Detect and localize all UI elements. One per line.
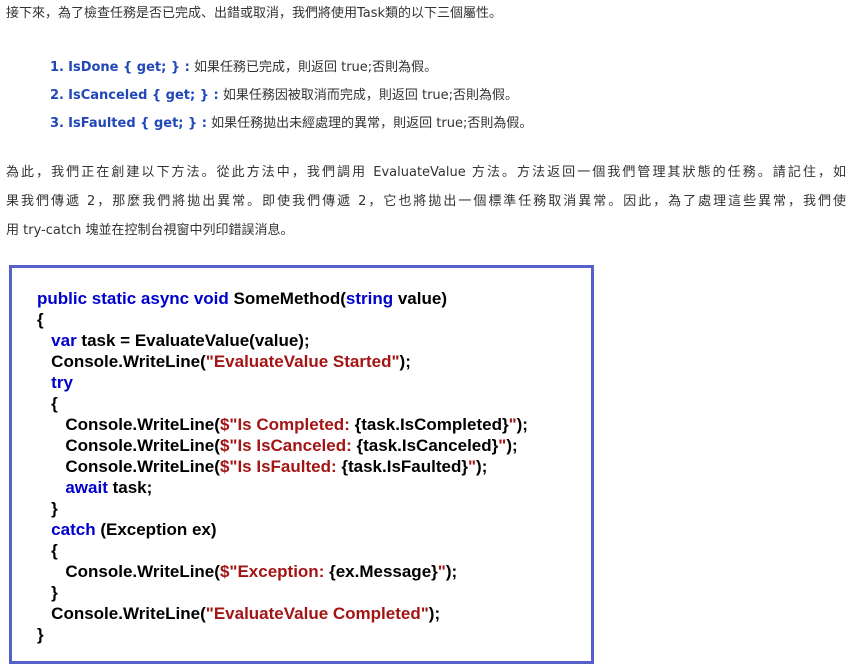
property-description: 如果任務已完成，則返回 true;否則為假。 [189,60,438,75]
property-description: 如果任務拋出未經處理的異常，則返回 true;否則為假。 [207,116,533,131]
code-keyword: var [51,331,77,350]
code-text: Console.WriteLine( [37,562,220,581]
code-line: Console.WriteLine($"Is IsCanceled: {task… [37,435,528,456]
code-line: Console.WriteLine($"Exception: {ex.Messa… [37,561,528,582]
body-paragraph: 為此，我們正在創建以下方法。從此方法中，我們調用 EvaluateValue 方… [6,158,846,245]
paragraph-line: 為此，我們正在創建以下方法。從此方法中，我們調用 EvaluateValue 方… [6,165,846,180]
property-name: IsFaulted { get; } : [68,116,207,131]
code-text: {task.IsCompleted} [354,415,509,434]
code-text: {task.IsFaulted} [341,457,468,476]
code-text: ); [399,352,411,371]
code-text: Console.WriteLine( [37,352,206,371]
code-line: catch (Exception ex) [37,519,528,540]
code-text: ); [428,604,441,623]
code-text: { [37,310,44,329]
property-name: IsCanceled { get; } : [68,88,219,103]
code-line: Console.WriteLine($"Is Completed: {task.… [37,414,528,435]
code-keyword: string [345,289,394,308]
code-string: " [437,562,446,581]
code-line: try [37,372,528,393]
code-line: var task = EvaluateValue(value); [37,330,528,351]
list-item: 1. IsDone { get; } : 如果任務已完成，則返回 true;否則… [50,54,532,82]
code-line: Console.WriteLine("EvaluateValue Started… [37,351,528,372]
code-string: "EvaluateValue Completed" [205,604,429,623]
code-text: ); [506,436,518,455]
code-keyword: try [51,373,73,392]
code-keyword: catch [51,520,96,539]
code-string: $"Exception: [219,562,330,581]
code-keyword: public static async void [37,289,229,308]
list-number: 1. [50,60,64,75]
code-block: public static async void SomeMethod(stri… [9,265,594,664]
list-item: 2. IsCanceled { get; } : 如果任務因被取消而完成，則返回… [50,82,532,110]
property-list: 1. IsDone { get; } : 如果任務已完成，則返回 true;否則… [50,54,532,138]
code-line: { [37,309,528,330]
code-text: {task.IsCanceled} [356,436,499,455]
code-text: (Exception ex) [95,520,217,539]
code-text: { [37,541,58,560]
paragraph-line: 用 try-catch 塊並在控制台視窗中列印錯誤消息。 [6,223,294,238]
code-text: } [37,625,44,644]
code-line: { [37,540,528,561]
code-lines: public static async void SomeMethod(stri… [37,288,528,645]
code-keyword: await [65,478,108,497]
code-string: " [467,457,477,476]
code-line: } [37,498,528,519]
code-line: public static async void SomeMethod(stri… [37,288,528,309]
code-text: value) [393,289,447,308]
code-text: task; [107,478,153,497]
code-text: {ex.Message} [329,562,438,581]
code-string: "EvaluateValue Started" [205,352,400,371]
code-string: " [508,415,517,434]
property-description: 如果任務因被取消而完成，則返回 true;否則為假。 [218,88,519,103]
list-number: 3. [50,116,64,131]
code-text: Console.WriteLine( [37,415,220,434]
code-text: task = EvaluateValue(value); [76,331,310,350]
code-text: } [37,499,58,518]
code-line: await task; [37,477,528,498]
code-text: ); [476,457,488,476]
code-text: Console.WriteLine( [37,604,206,623]
code-text: ); [516,415,528,434]
code-text: Console.WriteLine( [37,436,220,455]
code-text: ); [445,562,458,581]
code-line: } [37,582,528,603]
code-line: Console.WriteLine("EvaluateValue Complet… [37,603,528,624]
property-name: IsDone { get; } : [68,60,190,75]
paragraph-line: 果我們傳遞 2，那麼我們將拋出異常。即使我們傳遞 2，它也將拋出一個標準任務取消… [6,194,846,209]
code-string: $"Is IsFaulted: [219,457,342,476]
code-text: { [37,394,58,413]
intro-text: 接下來，為了檢查任務是否已完成、出錯或取消，我們將使用Task類的以下三個屬性。 [6,6,503,21]
code-string: $"Is Completed: [219,415,355,434]
code-line: } [37,624,528,645]
code-string: $"Is IsCanceled: [219,436,357,455]
code-text: Console.WriteLine( [37,457,220,476]
code-text: } [37,583,58,602]
code-text: SomeMethod( [228,289,346,308]
code-line: { [37,393,528,414]
list-number: 2. [50,88,64,103]
list-item: 3. IsFaulted { get; } : 如果任務拋出未經處理的異常，則返… [50,110,532,138]
code-line: Console.WriteLine($"Is IsFaulted: {task.… [37,456,528,477]
